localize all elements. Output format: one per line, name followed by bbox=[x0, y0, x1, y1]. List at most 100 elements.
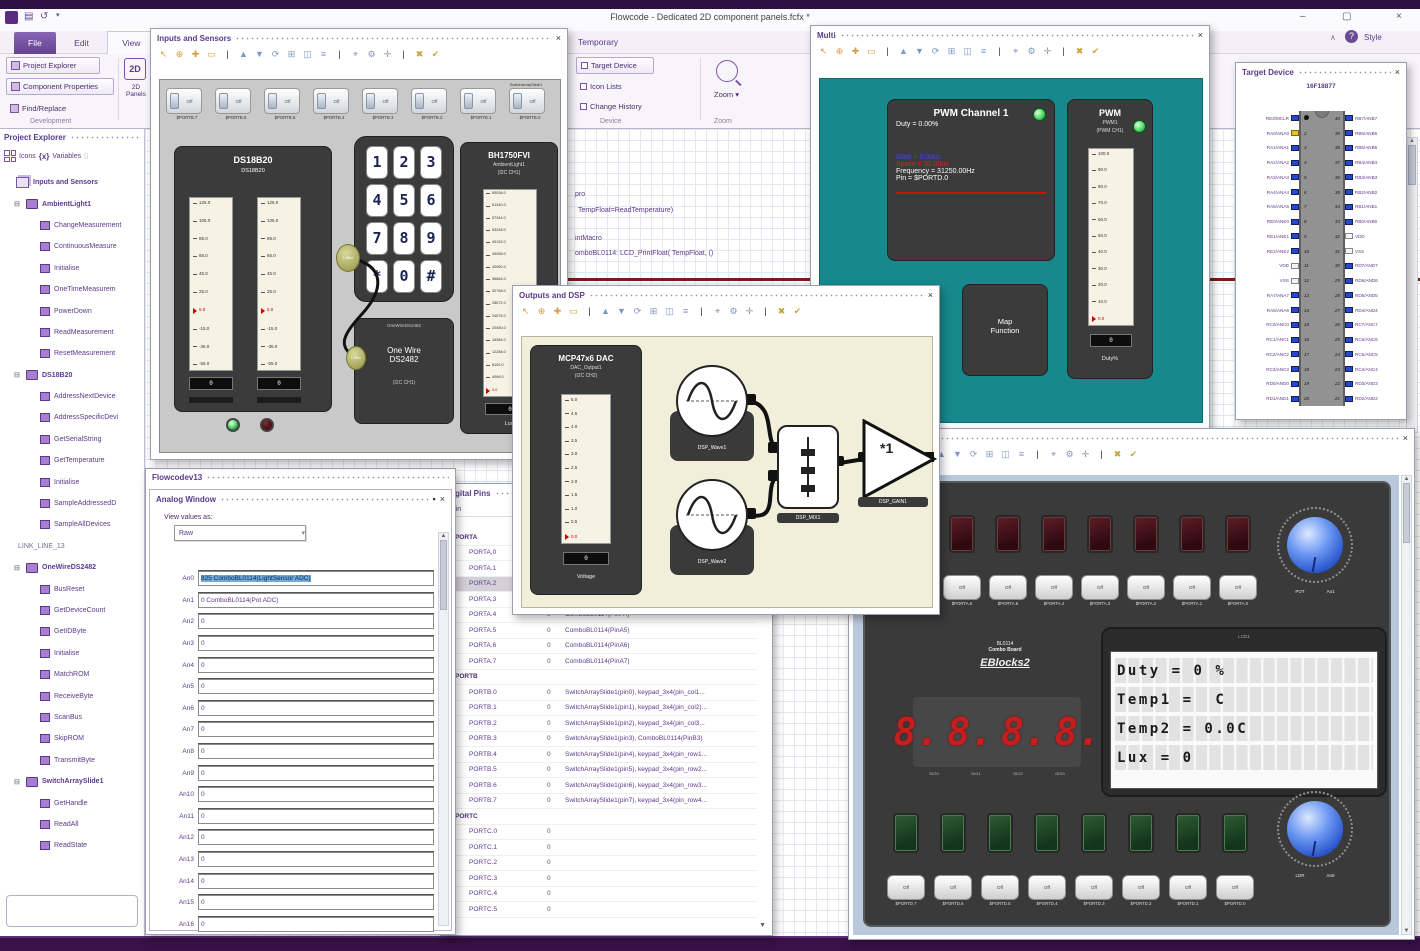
pin-label-right[interactable]: RC7/ANC7 bbox=[1353, 322, 1400, 327]
pin-right[interactable] bbox=[1345, 351, 1353, 358]
tree-item[interactable]: LINK_LINE_13 bbox=[18, 536, 144, 557]
pin-label-left[interactable]: VSS bbox=[1244, 278, 1291, 283]
pin-label-left[interactable]: RA7/ANA7 bbox=[1244, 293, 1291, 298]
tree-item[interactable]: ContinuousMeasure bbox=[40, 236, 144, 257]
toolbar-icon[interactable]: | bbox=[583, 305, 596, 318]
digital-pin-row[interactable]: PORTC.2 0 bbox=[445, 856, 757, 871]
toolbar-icon[interactable]: ✛ bbox=[743, 305, 756, 318]
pin-right[interactable] bbox=[1345, 380, 1353, 387]
board-switch[interactable]: Off bbox=[943, 575, 981, 600]
analog-titlebar[interactable]: Analog Window ▪ × bbox=[150, 490, 451, 506]
pin-label-right[interactable]: RB7/ANB7 bbox=[1353, 116, 1400, 121]
pin-right[interactable] bbox=[1345, 203, 1353, 210]
pin-right[interactable] bbox=[1345, 292, 1353, 299]
toolbar-icon[interactable]: ↖ bbox=[519, 305, 532, 318]
analog-value-field[interactable]: 825 ComboBL0114(LightSensor ADC) bbox=[198, 571, 434, 587]
toolbar-icon[interactable]: ⊕ bbox=[535, 305, 548, 318]
toolbar-icon[interactable]: ✛ bbox=[381, 48, 394, 61]
pin-left[interactable] bbox=[1291, 174, 1299, 181]
toolbar-icon[interactable]: ⚙ bbox=[365, 48, 378, 61]
analog-row[interactable]: An10 0 bbox=[158, 784, 434, 806]
pin-label-left[interactable]: RE2/ANE2 bbox=[1244, 249, 1291, 254]
pin-left[interactable] bbox=[1291, 351, 1299, 358]
tree-item[interactable]: GetHandle bbox=[40, 792, 144, 813]
toolbar-icon[interactable]: ≡ bbox=[1015, 448, 1028, 461]
toolbar-icon[interactable]: ⊞ bbox=[983, 448, 996, 461]
tree-item[interactable]: ⊟ AmbientLight1 bbox=[14, 193, 144, 214]
analog-row[interactable]: An11 0 bbox=[158, 806, 434, 828]
expander-icon[interactable]: ⊟ bbox=[14, 564, 22, 572]
analog-value-field[interactable]: 0 bbox=[198, 700, 434, 716]
pin-label-left[interactable]: RA4/ANA4 bbox=[1244, 190, 1291, 195]
pin-right[interactable] bbox=[1345, 307, 1353, 314]
digital-pin-row[interactable]: PORTC.5 0 bbox=[445, 902, 757, 918]
pin-right[interactable] bbox=[1345, 248, 1353, 255]
toolbar-icon[interactable]: ▼ bbox=[253, 48, 266, 61]
close-icon[interactable]: × bbox=[1198, 30, 1203, 40]
toolbar-icon[interactable]: ✖ bbox=[413, 48, 426, 61]
minimize-button[interactable]: – bbox=[1300, 11, 1306, 22]
host-window-titlebar[interactable]: Flowcodev13 bbox=[146, 469, 455, 484]
pot-knob[interactable]: POT An1 bbox=[1277, 507, 1353, 594]
analog-value-field[interactable]: 0 bbox=[198, 808, 434, 824]
close-icon[interactable]: × bbox=[1403, 433, 1408, 443]
pin-label-left[interactable]: RA5/ANA5 bbox=[1244, 204, 1291, 209]
icons-grid-icon[interactable] bbox=[4, 150, 16, 162]
analog-row[interactable]: An1 0 ComboBL0114(Pot ADC) bbox=[158, 590, 434, 612]
pin-right[interactable] bbox=[1345, 366, 1353, 373]
knob[interactable] bbox=[1287, 517, 1343, 573]
board-switch[interactable]: Off bbox=[887, 875, 925, 900]
toolbar-icon[interactable]: ✔ bbox=[1127, 448, 1140, 461]
analog-value-field[interactable]: 0 bbox=[198, 636, 434, 652]
toolbar-icon[interactable]: ▭ bbox=[865, 45, 878, 58]
toolbar-icon[interactable]: ✖ bbox=[1073, 45, 1086, 58]
pin-right[interactable] bbox=[1345, 395, 1353, 402]
pin-label-right[interactable]: RD3/AND3 bbox=[1353, 381, 1400, 386]
digital-pin-row[interactable]: PORTB.0 0 SwitchArraySlide1(pin0), keypa… bbox=[445, 685, 757, 701]
tree-item[interactable]: ⊟ OneWireDS2482 bbox=[14, 557, 144, 578]
toolbar-icon[interactable]: ⊞ bbox=[945, 45, 958, 58]
2d-panel-icon[interactable]: 2D bbox=[124, 58, 146, 80]
tab-view[interactable]: View bbox=[107, 31, 156, 54]
analog-value-field[interactable]: 0 bbox=[198, 679, 434, 695]
pin-label-left[interactable]: RC3/ANC3 bbox=[1244, 367, 1291, 372]
toolbar-icon[interactable]: | bbox=[1031, 448, 1044, 461]
analog-value-field[interactable]: 0 bbox=[198, 744, 434, 760]
pin-label-right[interactable]: RC5/ANC5 bbox=[1353, 352, 1400, 357]
pin-label-right[interactable]: RD4/AND4 bbox=[1353, 308, 1400, 313]
pin-right[interactable] bbox=[1345, 130, 1353, 137]
pin-right[interactable] bbox=[1345, 336, 1353, 343]
tree-item[interactable]: TransmitByte bbox=[40, 750, 144, 771]
digital-pin-row[interactable]: PORTA.5 0 ComboBL0114(PinA5) bbox=[445, 623, 757, 639]
toolbar-icon[interactable]: ⌖ bbox=[1047, 448, 1060, 461]
pin-label-left[interactable]: RC0/ANC0 bbox=[1244, 322, 1291, 327]
toolbar-icon[interactable]: ↖ bbox=[157, 48, 170, 61]
analog-value-field[interactable]: 0 bbox=[198, 916, 434, 932]
digital-pin-row[interactable]: PORTC.1 0 bbox=[445, 840, 757, 856]
tree-item[interactable]: ReadState bbox=[40, 835, 144, 856]
pin-left[interactable] bbox=[1291, 277, 1299, 284]
analog-value-field[interactable]: 0 bbox=[198, 614, 434, 630]
toolbar-icon[interactable]: ◫ bbox=[663, 305, 676, 318]
pin-left[interactable] bbox=[1291, 395, 1299, 402]
pin-left[interactable] bbox=[1291, 248, 1299, 255]
digital-pin-row[interactable]: PORTB.1 0 SwitchArraySlide1(pin1), keypa… bbox=[445, 701, 757, 716]
analog-value-field[interactable]: 0 bbox=[198, 787, 434, 803]
knob[interactable] bbox=[1287, 801, 1343, 857]
help-icon[interactable]: ? bbox=[1345, 30, 1358, 43]
pin-left[interactable] bbox=[1291, 115, 1299, 122]
expander-icon[interactable]: ⊟ bbox=[14, 371, 22, 379]
toolbar-icon[interactable]: | bbox=[881, 45, 894, 58]
toolbar-icon[interactable]: ▭ bbox=[567, 305, 580, 318]
analog-row[interactable]: An6 0 bbox=[158, 698, 434, 720]
target-device-toggle[interactable]: Target Device bbox=[576, 57, 654, 74]
digital-pin-row[interactable]: PORTC.4 0 bbox=[445, 887, 757, 902]
one-wire-connector[interactable]: 1-Wire bbox=[346, 346, 366, 370]
digital-pin-row[interactable]: PORTB.3 0 SwitchArraySlide1(pin3), Combo… bbox=[445, 732, 757, 747]
pin-label-left[interactable]: RA0/ANA0 bbox=[1244, 131, 1291, 136]
pin-left[interactable] bbox=[1291, 292, 1299, 299]
analog-row[interactable]: An14 0 bbox=[158, 870, 434, 892]
toolbar-icon[interactable]: ≡ bbox=[317, 48, 330, 61]
pin-left[interactable] bbox=[1291, 307, 1299, 314]
board-switch[interactable]: Off bbox=[1028, 875, 1066, 900]
